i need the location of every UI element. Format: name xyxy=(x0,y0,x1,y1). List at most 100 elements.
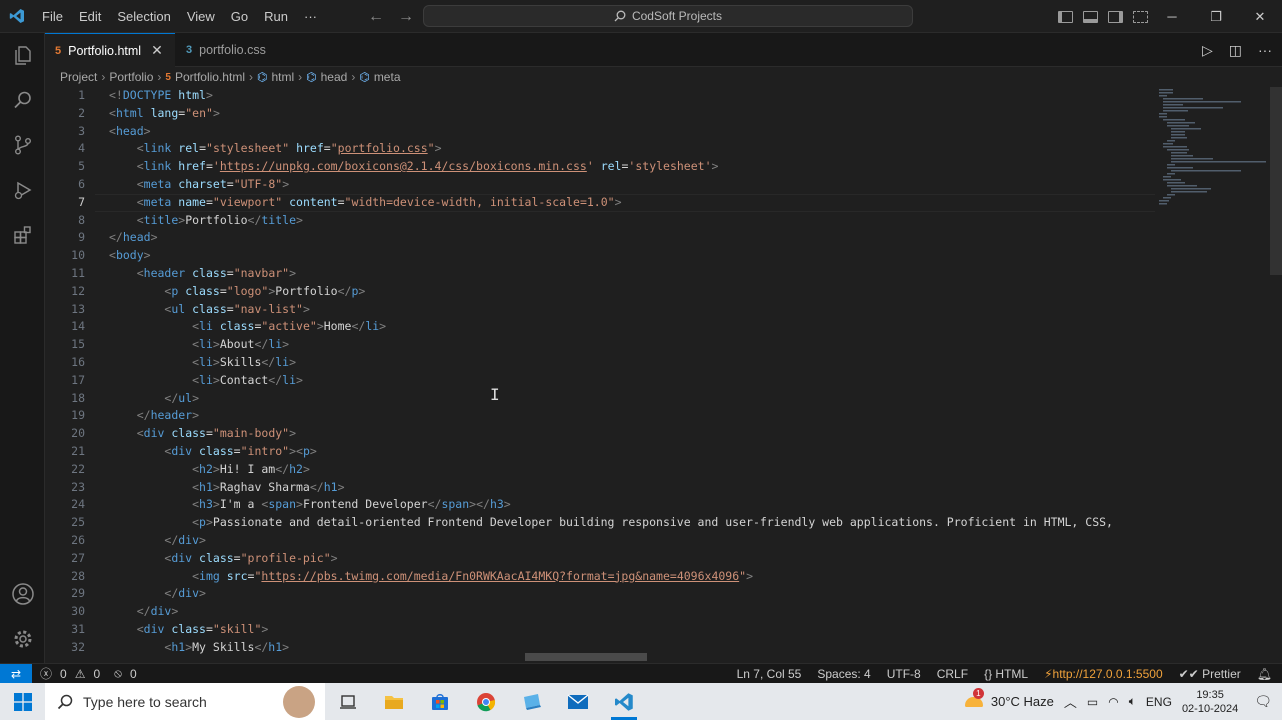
tab-portfolio-css[interactable]: 3 portfolio.css xyxy=(176,33,296,67)
accounts-icon[interactable] xyxy=(0,572,45,616)
prettier[interactable]: ✔✔ Prettier xyxy=(1179,667,1241,681)
remote-indicator-icon[interactable]: ⇄ xyxy=(0,663,32,684)
code-line[interactable]: <ul class="nav-list"> xyxy=(109,301,310,319)
menu-go[interactable]: Go xyxy=(223,0,256,33)
menu-more[interactable]: ··· xyxy=(296,0,325,33)
code-line[interactable]: <li class="active">Home</li> xyxy=(109,318,386,336)
menu-selection[interactable]: Selection xyxy=(109,0,178,33)
code-line[interactable]: <li>About</li> xyxy=(109,336,289,354)
notifications-bell-icon[interactable]: 🔔︎ xyxy=(1257,667,1272,681)
run-and-debug-icon[interactable] xyxy=(0,168,45,212)
code-line[interactable]: </header> xyxy=(109,407,199,425)
breadcrumb-symbol[interactable]: ⌬ head xyxy=(306,70,347,84)
code-line[interactable]: <h3>I'm a <span>Frontend Developer</span… xyxy=(109,496,511,514)
breadcrumb-file[interactable]: 5 Portfolio.html xyxy=(165,70,245,84)
code-line[interactable]: </head> xyxy=(109,229,158,247)
cursor-position[interactable]: Ln 7, Col 55 xyxy=(737,667,802,681)
volume-icon[interactable]: 🔈︎ xyxy=(1129,694,1136,709)
close-tab-icon[interactable]: ✕ xyxy=(151,42,163,59)
input-language[interactable]: ENG xyxy=(1146,695,1172,709)
code-line[interactable]: <link href='https://unpkg.com/boxicons@2… xyxy=(109,158,719,176)
code-line[interactable]: </ul> xyxy=(109,390,199,408)
code-line[interactable]: <meta name="viewport" content="width=dev… xyxy=(109,194,622,212)
menu-edit[interactable]: Edit xyxy=(71,0,109,33)
vscode-taskbar-icon[interactable] xyxy=(601,683,647,720)
file-explorer-icon[interactable] xyxy=(371,683,417,720)
code-line[interactable]: <li>Contact</li> xyxy=(109,372,303,390)
task-view-icon[interactable] xyxy=(325,683,371,720)
indentation[interactable]: Spaces: 4 xyxy=(817,667,870,681)
forward-arrow-icon[interactable]: → xyxy=(398,8,414,26)
code-area[interactable]: <!DOCTYPE html> <html lang="en"> <head> <l… xyxy=(109,87,1155,662)
minimize-icon[interactable]: ─ xyxy=(1150,0,1194,33)
end-of-line[interactable]: CRLF xyxy=(937,667,968,681)
command-center-search[interactable]: CodSoft Projects xyxy=(423,5,913,27)
code-line[interactable]: <div class="main-body"> xyxy=(109,425,296,443)
live-server[interactable]: ⚡http://127.0.0.1:5500 xyxy=(1044,667,1163,681)
vertical-scrollbar[interactable] xyxy=(1270,87,1282,662)
code-line[interactable]: <div class="intro"><p> xyxy=(109,443,316,461)
breadcrumb-item[interactable]: Project xyxy=(60,70,97,84)
horizontal-scrollbar-thumb[interactable] xyxy=(525,653,647,661)
code-editor[interactable]: 1 2 3 4 5 6 7 8 9 10 11 12 13 14 15 16 17 18 19 20 21 22 23 24 2… xyxy=(45,87,1282,662)
toggle-primary-sidebar-icon[interactable] xyxy=(1058,10,1073,23)
source-control-icon[interactable] xyxy=(0,123,45,167)
code-line[interactable]: <h2>Hi! I am</h2> xyxy=(109,461,310,479)
search-icon[interactable] xyxy=(0,78,45,122)
language-mode[interactable]: {} HTML xyxy=(984,667,1028,681)
breadcrumb-item[interactable]: Portfolio xyxy=(109,70,153,84)
code-line[interactable]: <li>Skills</li> xyxy=(109,354,296,372)
code-line[interactable]: <p class="logo">Portfolio</p> xyxy=(109,283,365,301)
notification-center-icon[interactable]: 🗨︎ xyxy=(1254,693,1272,710)
code-line[interactable]: <header class="navbar"> xyxy=(109,265,296,283)
code-line[interactable]: </div> xyxy=(109,603,179,621)
windows-start-icon[interactable] xyxy=(0,683,45,720)
code-line[interactable]: <h1>Raghav Sharma</h1> xyxy=(109,479,344,497)
code-line[interactable]: <meta charset="UTF-8"> xyxy=(109,176,289,194)
snipping-tool-icon[interactable] xyxy=(509,683,555,720)
minimap[interactable] xyxy=(1155,87,1270,662)
explorer-icon[interactable] xyxy=(0,33,45,77)
toggle-secondary-sidebar-icon[interactable] xyxy=(1108,10,1123,23)
mail-icon[interactable] xyxy=(555,683,601,720)
wifi-icon[interactable]: ◠ xyxy=(1108,695,1118,709)
chrome-icon[interactable] xyxy=(463,683,509,720)
clock[interactable]: 19:35 02-10-2024 xyxy=(1182,688,1238,716)
code-line[interactable]: <p>Passionate and detail-oriented Fronte… xyxy=(109,514,1113,532)
menu-file[interactable]: File xyxy=(34,0,71,33)
encoding[interactable]: UTF-8 xyxy=(887,667,921,681)
breadcrumb-symbol[interactable]: ⌬ html xyxy=(257,70,294,84)
code-line[interactable]: <img src="https://pbs.twimg.com/media/Fn… xyxy=(109,568,753,586)
code-line[interactable]: <div class="profile-pic"> xyxy=(109,550,337,568)
split-editor-icon[interactable]: ◫ xyxy=(1229,42,1242,59)
status-problems[interactable]: ⓧ 0 ⚠ 0 ⦸ 0 xyxy=(40,665,137,682)
microsoft-store-icon[interactable] xyxy=(417,683,463,720)
more-actions-icon[interactable]: ··· xyxy=(1258,42,1272,58)
code-line[interactable]: <!DOCTYPE html> xyxy=(109,87,213,105)
code-line[interactable]: <html lang="en"> xyxy=(109,105,220,123)
menu-view[interactable]: View xyxy=(179,0,223,33)
manage-gear-icon[interactable] xyxy=(0,617,45,661)
code-line[interactable]: <link rel="stylesheet" href="portfolio.c… xyxy=(109,140,442,158)
code-line[interactable]: </div> xyxy=(109,532,206,550)
code-line[interactable]: <body> xyxy=(109,247,151,265)
code-line[interactable]: <h1>My Skills</h1> xyxy=(109,639,289,657)
toggle-panel-icon[interactable] xyxy=(1083,10,1098,23)
run-file-icon[interactable]: ▷ xyxy=(1202,42,1213,59)
weather-widget[interactable]: 1 30°C Haze xyxy=(964,687,1054,710)
show-hidden-icons-icon[interactable]: ︿ xyxy=(1064,692,1077,711)
tab-portfolio-html[interactable]: 5 Portfolio.html ✕ xyxy=(45,33,175,67)
vertical-scrollbar-thumb[interactable] xyxy=(1270,87,1282,275)
breadcrumb-symbol[interactable]: ⌬ meta xyxy=(359,70,400,84)
code-line[interactable]: <div class="skill"> xyxy=(109,621,269,639)
code-line[interactable]: <title>Portfolio</title> xyxy=(109,212,303,230)
code-line[interactable]: <head> xyxy=(109,123,151,141)
meet-now-icon[interactable]: ▭ xyxy=(1087,695,1098,709)
customize-layout-icon[interactable] xyxy=(1133,10,1148,23)
menu-run[interactable]: Run xyxy=(256,0,296,33)
restore-icon[interactable]: ❐ xyxy=(1194,0,1238,33)
code-line[interactable]: </div> xyxy=(109,585,206,603)
extensions-icon[interactable] xyxy=(0,213,45,257)
taskbar-search[interactable]: Type here to search xyxy=(45,683,325,720)
close-window-icon[interactable]: ✕ xyxy=(1238,0,1282,33)
